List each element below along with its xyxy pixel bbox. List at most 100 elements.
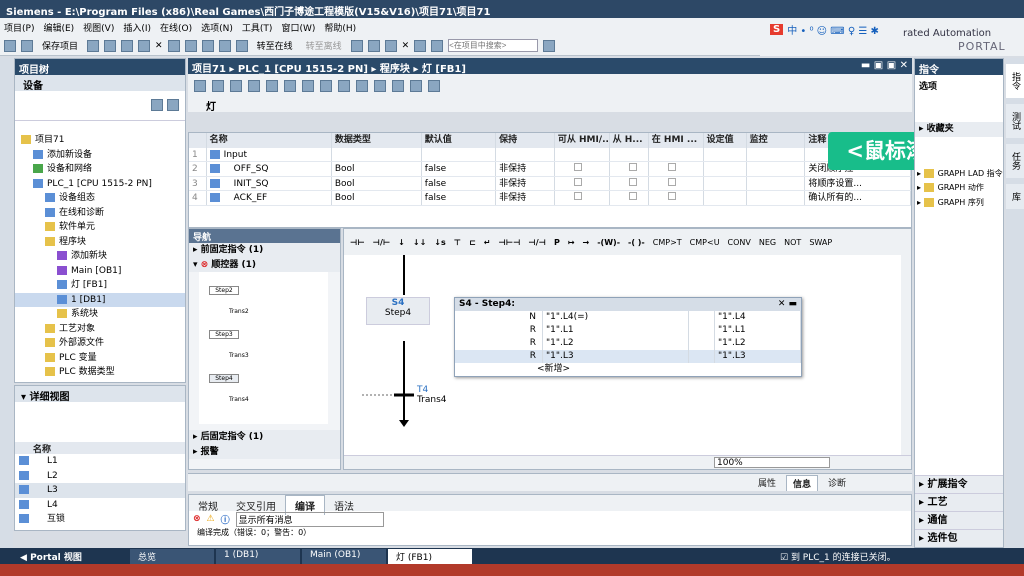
step-icon[interactable] bbox=[338, 80, 350, 92]
instruction-tool-icon[interactable]: ↦ bbox=[568, 238, 575, 247]
jump-icon[interactable] bbox=[392, 80, 404, 92]
action-qualifier[interactable]: N bbox=[455, 311, 543, 324]
inspector-tab[interactable]: 属性 bbox=[752, 475, 782, 491]
var-comment[interactable]: 确认所有的... bbox=[805, 191, 911, 205]
tree-filter-icon[interactable] bbox=[167, 99, 179, 111]
tree-item[interactable]: 设备组态 bbox=[15, 191, 185, 206]
tree-item[interactable]: 外部源文件 bbox=[15, 336, 185, 351]
instruction-tool[interactable]: SWAP bbox=[809, 238, 832, 247]
checkbox-cell[interactable] bbox=[649, 162, 704, 176]
devices-tab[interactable]: 设备 bbox=[15, 75, 185, 92]
checkbox-cell[interactable] bbox=[555, 176, 610, 190]
split-v-icon[interactable] bbox=[431, 39, 444, 52]
checkbox-cell[interactable] bbox=[747, 176, 806, 190]
instruction-tool-icon[interactable]: -(W)- bbox=[597, 238, 620, 247]
instruction-tool-icon[interactable]: → bbox=[583, 238, 590, 247]
checkbox-cell[interactable] bbox=[610, 162, 649, 176]
inspector-tab[interactable]: 诊断 bbox=[822, 475, 852, 491]
instruction-tool-icon[interactable]: ⊣/⊣ bbox=[528, 238, 546, 247]
info-filter-icon[interactable]: ⓘ bbox=[221, 513, 230, 526]
menu-item-3[interactable]: 插入(I) bbox=[123, 21, 151, 34]
checkbox-cell[interactable] bbox=[649, 147, 704, 161]
action-operand[interactable]: "1".L2 bbox=[543, 337, 689, 350]
open-editor-tab[interactable]: Main (OB1) bbox=[302, 549, 386, 564]
nav-step-thumb[interactable]: Step4 bbox=[209, 374, 239, 383]
instruction-tool[interactable]: NOT bbox=[784, 238, 801, 247]
var-name-cell[interactable]: ACK_EF bbox=[207, 191, 332, 205]
action-row[interactable]: R "1".L1 "1".L1 bbox=[455, 324, 801, 337]
column-header[interactable]: 监控 bbox=[747, 133, 806, 148]
column-header[interactable]: 数据类型 bbox=[332, 133, 422, 148]
var-type[interactable]: Bool bbox=[332, 162, 422, 176]
tree-item[interactable]: PLC 变量 bbox=[15, 351, 185, 366]
instruction-tool-icon[interactable]: ⊣/⊢ bbox=[373, 238, 391, 247]
tree-item[interactable]: 程序块 bbox=[15, 235, 185, 250]
checkbox-cell[interactable] bbox=[555, 191, 610, 205]
menu-item-4[interactable]: 在线(O) bbox=[160, 21, 192, 34]
column-header[interactable]: 从 H... bbox=[610, 133, 649, 148]
var-comment[interactable]: 将顺序设置... bbox=[805, 176, 911, 190]
column-header[interactable]: 在 HMI ... bbox=[649, 133, 704, 148]
upload-icon[interactable] bbox=[235, 39, 248, 52]
instruction-tool[interactable]: CONV bbox=[728, 238, 751, 247]
tree-item[interactable]: 项目71 bbox=[15, 133, 185, 148]
error-filter-icon[interactable]: ⊗ bbox=[193, 514, 201, 524]
cut-icon[interactable] bbox=[104, 39, 117, 52]
column-header[interactable]: 可从 HMI/... bbox=[555, 133, 610, 148]
checkbox[interactable] bbox=[628, 177, 637, 186]
instruction-section[interactable]: ▸ 工艺 bbox=[915, 493, 1003, 511]
close-icon[interactable]: ✕ ▬ bbox=[778, 298, 797, 311]
checkbox-cell[interactable] bbox=[610, 176, 649, 190]
var-retain[interactable]: 非保持 bbox=[496, 162, 555, 176]
warning-filter-icon[interactable]: ⚠ bbox=[207, 514, 215, 524]
instruction-folder[interactable]: ▸ GRAPH 动作 bbox=[915, 181, 1003, 196]
tree-item[interactable]: 添加新块 bbox=[15, 249, 185, 264]
detail-view-title[interactable]: ▾ 详细视图 bbox=[15, 386, 185, 403]
action-row[interactable]: N "1".L4(=) "1".L4 bbox=[455, 311, 801, 324]
project-search-input[interactable] bbox=[448, 39, 539, 52]
instruction-tool[interactable]: CMP<U bbox=[690, 238, 720, 247]
action-row[interactable]: R "1".L2 "1".L2 bbox=[455, 337, 801, 350]
overview-icon[interactable] bbox=[428, 80, 440, 92]
tree-item[interactable]: PLC_1 [CPU 1515-2 PN] bbox=[15, 177, 185, 192]
column-header[interactable]: 设定值 bbox=[704, 133, 747, 148]
interface-row[interactable]: 2OFF_SQBoolfalse非保持关闭顺序控 bbox=[189, 162, 911, 177]
sequencer[interactable]: ▾ ⊗ 顺控器 (1) bbox=[189, 257, 340, 272]
var-default[interactable] bbox=[422, 147, 497, 161]
interface-row[interactable]: 3 INIT_SQ Bool false 非保持 将顺序设置... bbox=[189, 176, 911, 191]
checkbox-cell[interactable] bbox=[704, 191, 747, 205]
var-type[interactable]: Bool bbox=[332, 176, 422, 190]
open-editor-tab[interactable]: 总览 bbox=[130, 549, 214, 564]
action-operand[interactable]: "1".L1 bbox=[543, 324, 689, 337]
go-offline-button[interactable]: 转至离线 bbox=[302, 39, 346, 52]
instruction-tool-icon[interactable]: ↓ bbox=[398, 238, 405, 247]
open-project-icon[interactable] bbox=[21, 39, 33, 52]
delete-icon[interactable]: ✕ bbox=[155, 41, 163, 51]
menu-item-0[interactable]: 项目(P) bbox=[4, 21, 34, 34]
graph-vscroll[interactable] bbox=[901, 255, 911, 455]
var-name-cell[interactable]: INIT_SQ bbox=[207, 176, 332, 190]
print-icon[interactable] bbox=[87, 39, 100, 52]
interface-row[interactable]: 4 ACK_EF Bool false 非保持 确认所有的... bbox=[189, 191, 911, 206]
branch-icon[interactable] bbox=[374, 80, 386, 92]
nav-transition-thumb[interactable]: Trans4 bbox=[229, 396, 249, 403]
checkbox[interactable] bbox=[628, 192, 637, 200]
start-cpu-icon[interactable] bbox=[367, 39, 380, 52]
instruction-folder[interactable]: ▸ GRAPH 序列 bbox=[915, 196, 1003, 211]
checkbox[interactable] bbox=[667, 163, 676, 171]
checkbox-cell[interactable] bbox=[704, 176, 747, 190]
action-qualifier[interactable]: R bbox=[455, 337, 543, 350]
window-controls-icon[interactable]: ▬ ▣ ▣ ✕ bbox=[861, 60, 908, 71]
checkbox[interactable] bbox=[573, 177, 582, 186]
nav-step-thumb[interactable]: Step3 bbox=[209, 330, 239, 339]
tree-item[interactable]: 灯 [FB1] bbox=[15, 278, 185, 293]
checkbox-cell[interactable] bbox=[747, 147, 806, 161]
instruction-tool-icon[interactable]: ⊣⊢ bbox=[350, 238, 365, 247]
checkbox-cell[interactable] bbox=[555, 147, 610, 161]
post-instructions[interactable]: ▸ 后固定指令 (1) bbox=[189, 430, 340, 445]
nav-step-thumb[interactable]: Step2 bbox=[209, 286, 239, 295]
tree-item[interactable]: PLC 数据类型 bbox=[15, 365, 185, 380]
detail-item[interactable]: L3 bbox=[15, 483, 185, 498]
action-operand[interactable]: "1".L3 bbox=[543, 350, 689, 363]
search-icon[interactable] bbox=[543, 39, 556, 52]
